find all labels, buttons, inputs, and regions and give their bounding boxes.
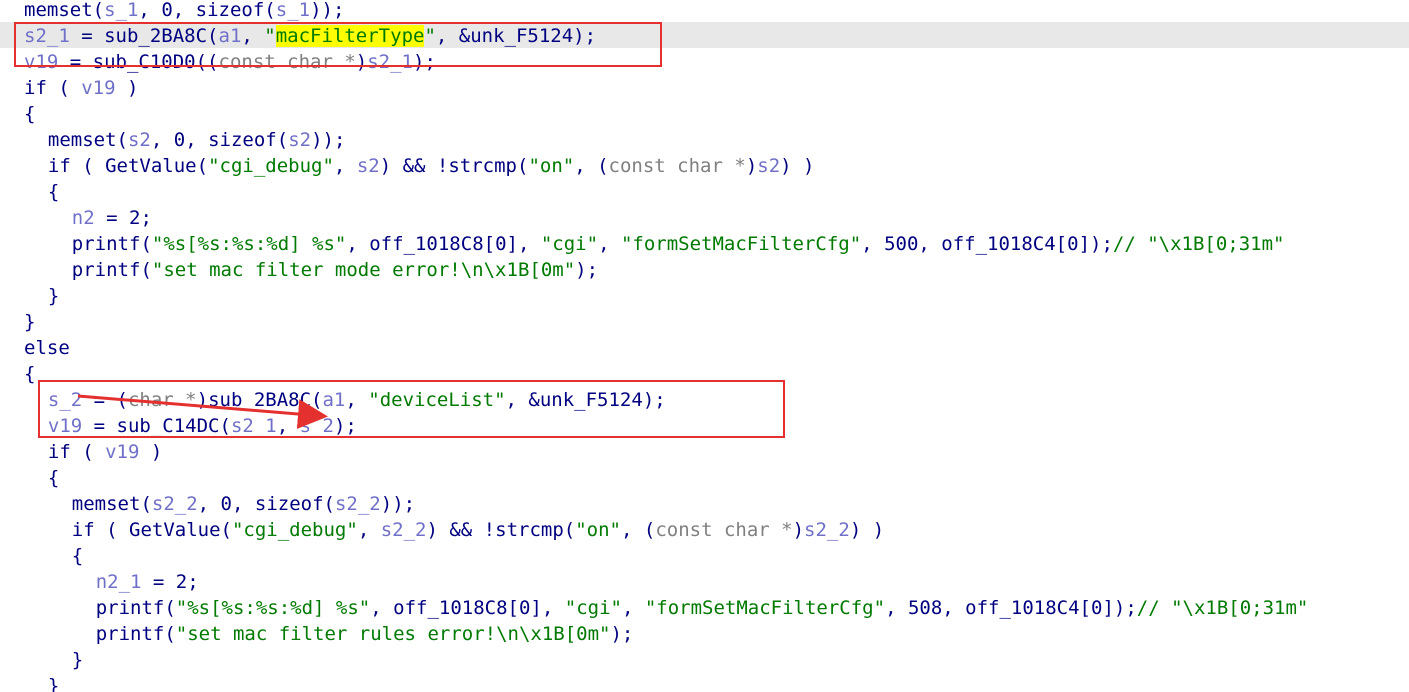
code-line[interactable]: if ( GetValue("cgi_debug", s2_2) && !str… (72, 517, 884, 543)
code-line[interactable]: { (24, 101, 35, 127)
code-line[interactable]: if ( v19 ) (24, 75, 138, 101)
code-line[interactable]: n2_1 = 2; (96, 569, 199, 595)
code-line[interactable]: printf("%s[%s:%s:%d] %s", off_1018C8[0],… (96, 595, 1309, 621)
annotation-arrow (77, 394, 328, 429)
annotation-box-macfiltertype (14, 22, 662, 67)
code-line[interactable]: memset(s_1, 0, sizeof(s_1)); (24, 0, 344, 23)
code-line[interactable]: { (48, 465, 59, 491)
code-line[interactable]: { (48, 179, 59, 205)
code-line[interactable]: printf("%s[%s:%s:%d] %s", off_1018C8[0],… (72, 231, 1285, 257)
annotation-box-devicelist (38, 380, 785, 438)
code-line[interactable]: } (48, 673, 59, 692)
code-line[interactable]: memset(s2_2, 0, sizeof(s2_2)); (72, 491, 415, 517)
code-line[interactable]: n2 = 2; (72, 205, 152, 231)
code-line[interactable]: memset(s2, 0, sizeof(s2)); (48, 127, 346, 153)
code-line[interactable]: printf("set mac filter rules error!\n\x1… (96, 621, 634, 647)
code-line[interactable]: printf("set mac filter mode error!\n\x1B… (72, 257, 598, 283)
code-line[interactable]: else (24, 335, 70, 361)
code-line[interactable]: if ( GetValue("cgi_debug", s2) && !strcm… (48, 153, 815, 179)
code-line[interactable]: } (24, 309, 35, 335)
code-line[interactable]: } (48, 283, 59, 309)
pseudocode-view[interactable]: memset(s_1, 0, sizeof(s_1)); s2_1 = sub_2… (0, 0, 1409, 692)
code-line[interactable]: { (24, 361, 35, 387)
code-line[interactable]: } (72, 647, 83, 673)
code-line[interactable]: { (72, 543, 83, 569)
code-line[interactable]: if ( v19 ) (48, 439, 162, 465)
